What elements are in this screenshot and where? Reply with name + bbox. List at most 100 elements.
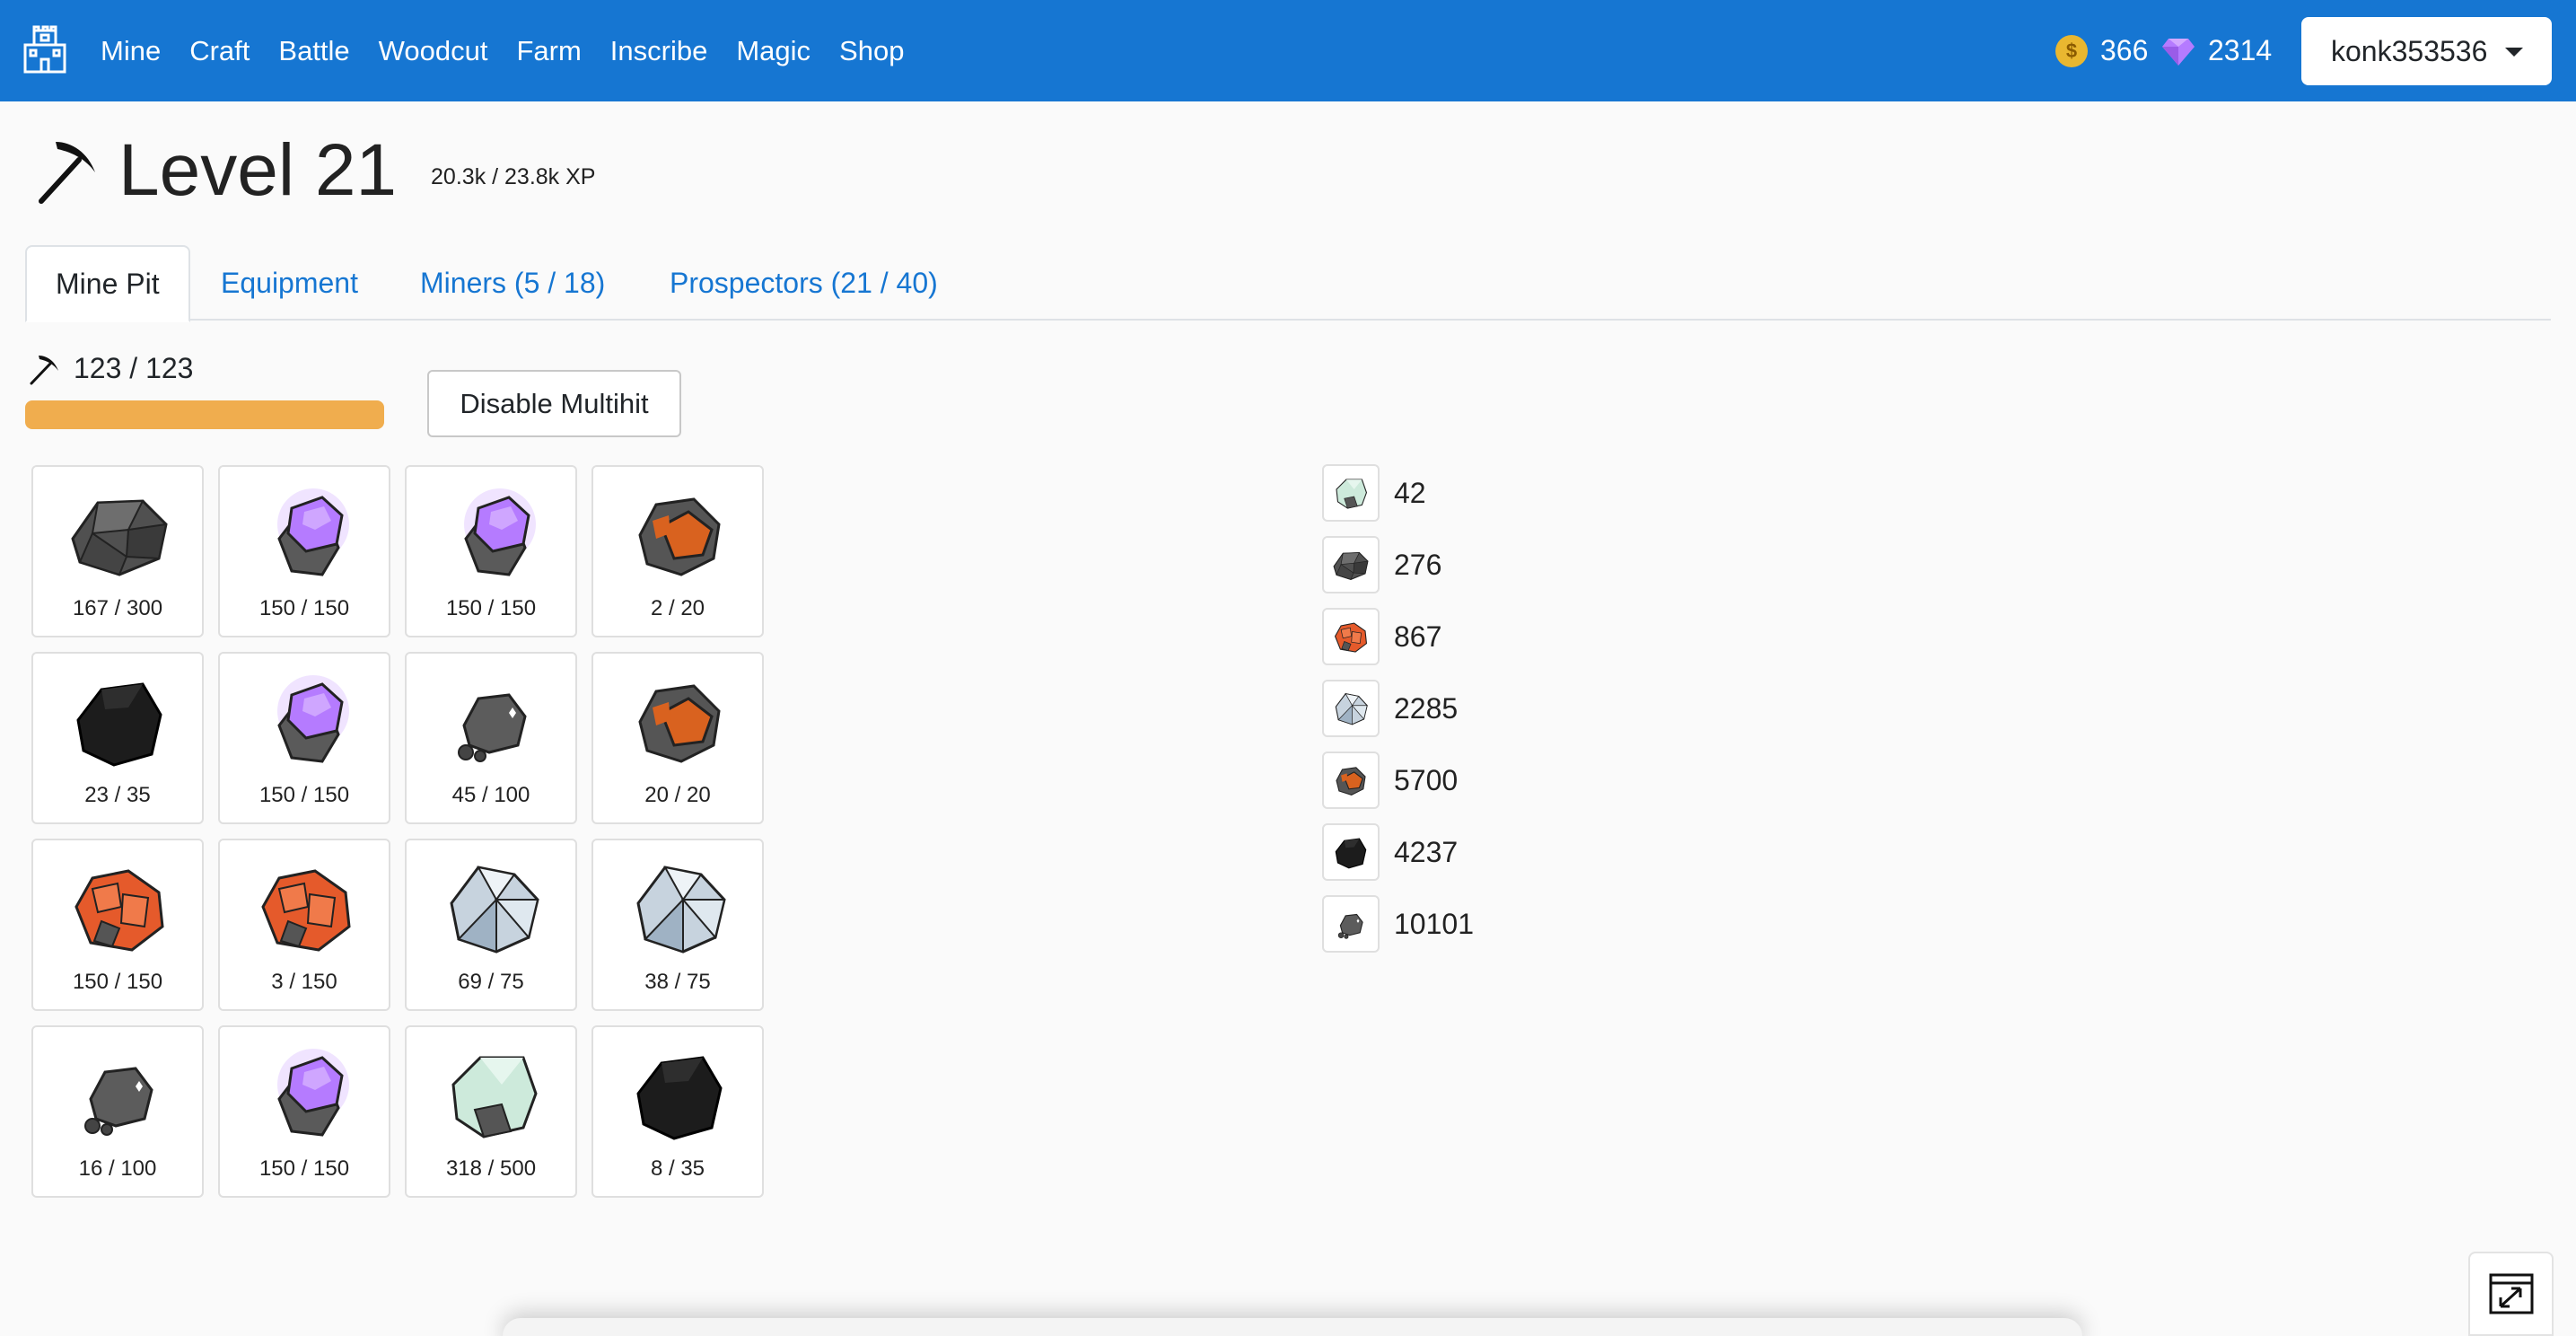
ore-cell-silver[interactable]: 38 / 75 [591,839,764,1011]
ruby-ore-icon [74,869,164,952]
nav-craft[interactable]: Craft [189,35,250,67]
ore-hp-label: 23 / 35 [84,783,151,807]
gem-amount: 2314 [2208,34,2273,66]
inventory-item-jade[interactable]: 42 [1322,463,1681,523]
nav-links: Mine Craft Battle Woodcut Farm Inscribe … [101,0,933,101]
bottom-panel-edge [503,1318,2082,1336]
inventory-count: 5700 [1394,763,1459,796]
ore-cell-stone[interactable]: 45 / 100 [405,652,577,824]
expand-window-icon [2489,1273,2533,1314]
inventory-icon-frame [1322,680,1380,737]
inventory-item-silver[interactable]: 2285 [1322,679,1681,738]
tab-miners[interactable]: Miners (5 / 18) [420,245,605,321]
jade-ore-icon [1336,479,1368,509]
ore-cell-copper[interactable]: 20 / 20 [591,652,764,824]
gold-display: $ 366 [2055,0,2148,101]
gold-coin-icon: $ [2055,34,2088,67]
ore-cell-obsidian[interactable]: 8 / 35 [591,1025,764,1198]
nav-woodcut[interactable]: Woodcut [379,35,488,67]
level-header: Level 21 20.3k / 23.8k XP [36,129,596,211]
stone-ore-icon [1337,913,1363,939]
ore-cell-amethyst[interactable]: 150 / 150 [405,465,577,637]
ore-cell-obsidian[interactable]: 23 / 35 [31,652,204,824]
ore-hp-label: 150 / 150 [445,596,537,620]
ore-cell-amethyst[interactable]: 150 / 150 [218,652,390,824]
xp-text: 20.3k / 23.8k XP [431,163,596,189]
inventory-count: 867 [1394,620,1442,653]
username: konk353536 [2331,34,2488,67]
ore-hp-label: 3 / 150 [271,970,337,994]
ruby-ore-icon [1334,622,1368,653]
disable-multihit-button[interactable]: Disable Multihit [427,370,681,437]
inventory-icon-frame [1322,823,1380,881]
inventory-item-stone[interactable]: 10101 [1322,894,1681,954]
nav-mine[interactable]: Mine [101,35,161,67]
ore-cell-silver[interactable]: 69 / 75 [405,839,577,1011]
mining-tabs: Mine Pit Equipment Miners (5 / 18) Prosp… [25,245,2551,322]
nav-battle[interactable]: Battle [278,35,349,67]
nav-shop[interactable]: Shop [839,35,904,67]
ore-hp-label: 150 / 150 [258,596,350,620]
ore-hp-label: 8 / 35 [650,1156,705,1181]
ore-hp-label: 150 / 150 [72,970,163,994]
inventory-icon-frame [1322,536,1380,593]
inventory-icon-frame [1322,752,1380,809]
copper-ore-icon [638,497,721,576]
obsidian-ore-icon [76,682,162,767]
ore-cell-amethyst[interactable]: 150 / 150 [218,1025,390,1198]
ore-hp-label: 38 / 75 [644,970,711,994]
ore-hp-label: 167 / 300 [72,596,163,620]
inventory-item-copper[interactable]: 5700 [1322,751,1681,810]
tab-equipment[interactable]: Equipment [221,245,358,321]
amethyst-ore-icon [464,488,536,576]
nav-farm[interactable]: Farm [516,35,581,67]
jade-ore-icon [451,1056,538,1138]
ruby-ore-icon [261,869,351,952]
obsidian-ore-icon [1335,838,1367,869]
pickaxe-icon [39,142,95,204]
top-navbar: Mine Craft Battle Woodcut Farm Inscribe … [0,0,2576,101]
coal-ore-icon [1333,551,1369,580]
ore-cell-stone[interactable]: 16 / 100 [31,1025,204,1198]
ore-hp-label: 20 / 20 [644,783,711,807]
energy-text: 123 / 123 [74,352,194,384]
inventory-icon-frame [1322,895,1380,953]
inventory-count: 4237 [1394,835,1459,868]
silver-ore-icon [1335,693,1368,725]
ore-cell-coal[interactable]: 167 / 300 [31,465,204,637]
expand-button[interactable] [2468,1252,2554,1336]
coal-ore-icon [71,499,168,576]
ore-hp-label: 318 / 500 [445,1156,537,1181]
inventory-icon-frame [1322,608,1380,665]
inventory-count: 276 [1394,548,1442,581]
inventory-item-coal[interactable]: 276 [1322,535,1681,594]
amethyst-ore-icon [277,1049,349,1137]
inventory-item-ruby[interactable]: 867 [1322,607,1681,666]
inventory-item-obsidian[interactable]: 4237 [1322,822,1681,882]
ore-cell-amethyst[interactable]: 150 / 150 [218,465,390,637]
amethyst-ore-icon [277,488,349,576]
tab-prospectors[interactable]: Prospectors (21 / 40) [670,245,938,321]
ore-cell-jade[interactable]: 318 / 500 [405,1025,577,1198]
silver-ore-icon [636,866,726,954]
ore-hp-label: 150 / 150 [258,1156,350,1181]
copper-ore-icon [638,684,721,763]
inventory-count: 10101 [1394,907,1474,940]
ore-hp-label: 45 / 100 [451,783,530,807]
ore-cell-ruby[interactable]: 150 / 150 [31,839,204,1011]
gem-display: 2314 [2161,0,2272,101]
ore-hp-label: 16 / 100 [78,1156,157,1181]
energy-bar [25,400,384,429]
nav-magic[interactable]: Magic [736,35,810,67]
user-menu-button[interactable]: konk353536 [2301,17,2552,85]
ore-cell-copper[interactable]: 2 / 20 [591,465,764,637]
ore-hp-label: 2 / 20 [650,596,705,620]
pickaxe-small-icon [30,355,58,384]
energy-display: 123 / 123 [29,352,193,385]
tab-mine-pit[interactable]: Mine Pit [25,245,190,322]
ore-cell-ruby[interactable]: 3 / 150 [218,839,390,1011]
stone-ore-icon [84,1067,153,1136]
gem-icon [2162,38,2195,66]
nav-inscribe[interactable]: Inscribe [610,35,708,67]
castle-logo-icon[interactable] [22,25,68,75]
